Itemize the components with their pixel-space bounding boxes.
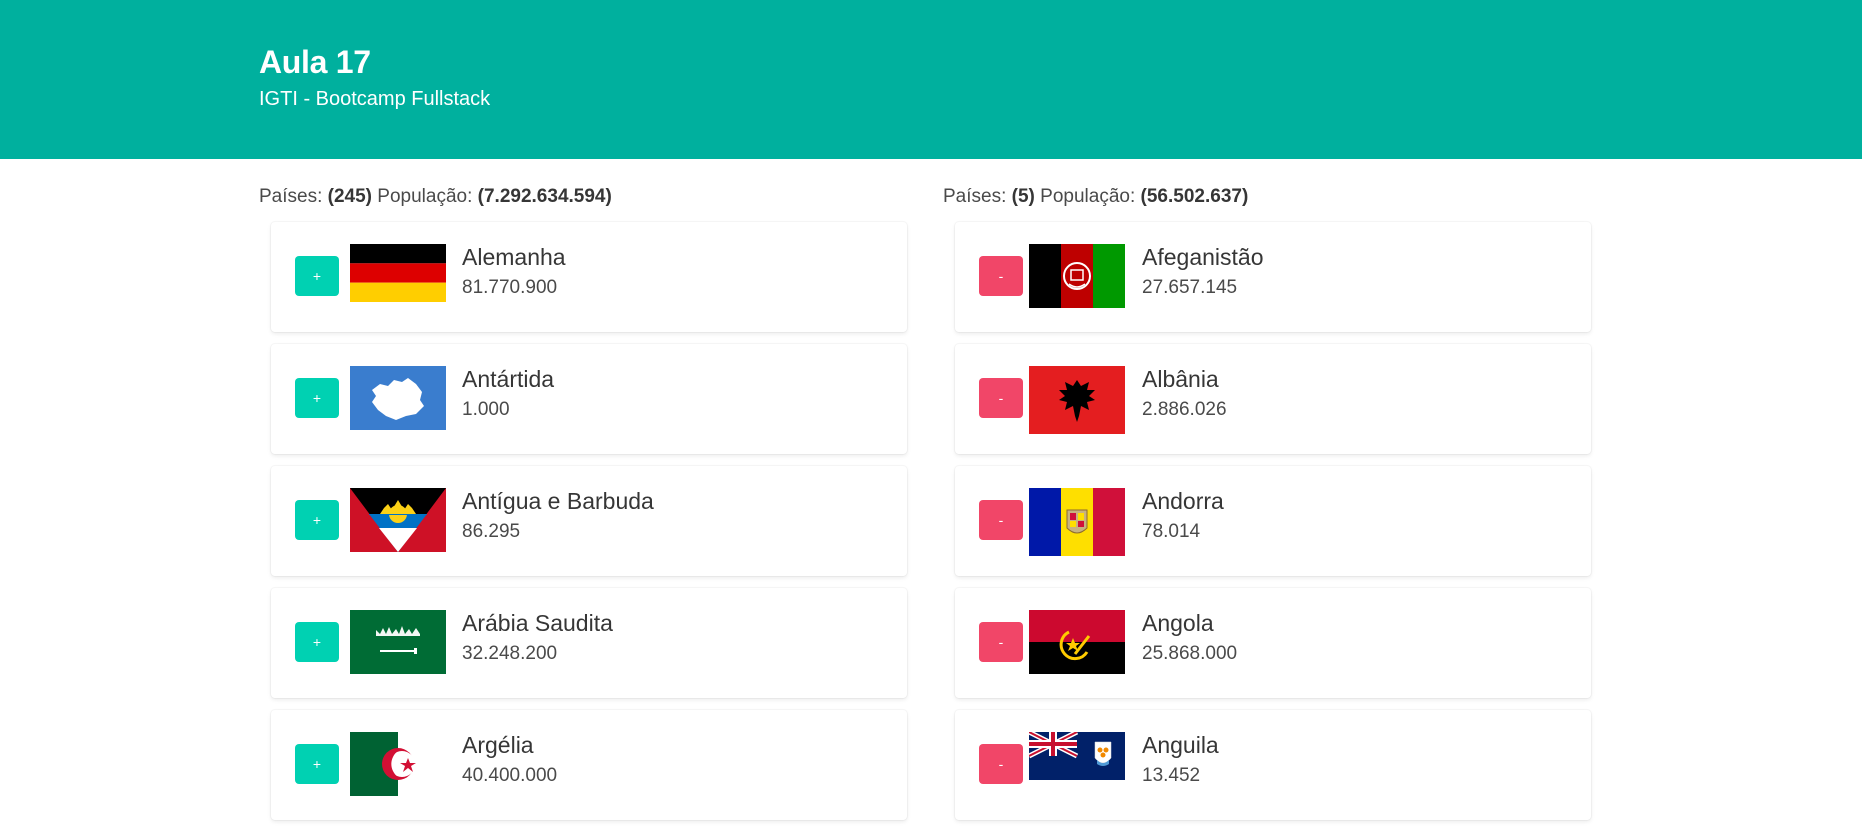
- country-name: Arábia Saudita: [462, 610, 613, 636]
- country-card: - Angola 25.868.000: [955, 588, 1591, 698]
- remove-country-button[interactable]: -: [979, 500, 1023, 540]
- remove-country-button[interactable]: -: [979, 622, 1023, 662]
- country-card: - Andorra 78.014: [955, 466, 1591, 576]
- page-subtitle: IGTI - Bootcamp Fullstack: [259, 88, 491, 110]
- remove-country-button[interactable]: -: [979, 378, 1023, 418]
- remove-country-button[interactable]: -: [979, 744, 1023, 784]
- andorra-flag: [1029, 488, 1125, 556]
- country-population: 27.657.145: [1142, 277, 1238, 298]
- population-label: População:: [377, 186, 473, 207]
- country-card: - Afeganistão 27.657.145: [955, 222, 1591, 332]
- antarctica-flag: [350, 366, 446, 430]
- country-name: Afeganistão: [1142, 244, 1264, 270]
- country-card: + Arábia Saudita 32.248.200: [271, 588, 907, 698]
- country-name: Argélia: [462, 732, 534, 758]
- country-name: Antártida: [462, 366, 555, 392]
- albania-flag: [1029, 366, 1125, 434]
- country-population: 2.886.026: [1142, 399, 1227, 420]
- countries-count: (5): [1011, 186, 1035, 207]
- germany-flag: [350, 244, 446, 308]
- country-population: 86.295: [462, 521, 521, 542]
- angola-flag: [1029, 610, 1125, 674]
- country-population: 32.248.200: [462, 643, 558, 664]
- anguilla-flag: [1029, 732, 1125, 796]
- saudi-arabia-flag: [350, 610, 446, 674]
- add-country-button[interactable]: +: [295, 378, 339, 418]
- page-title: Aula 17: [259, 44, 371, 80]
- countries-label: Países:: [943, 186, 1007, 207]
- favorite-countries-column: Países: (5) População: (56.502.637) - Af…: [943, 184, 1603, 832]
- population-total: (56.502.637): [1140, 186, 1249, 207]
- country-population: 25.868.000: [1142, 643, 1238, 664]
- country-population: 40.400.000: [462, 765, 558, 786]
- country-population: 1.000: [462, 399, 510, 420]
- country-card: + Alemanha 81.770.900: [271, 222, 907, 332]
- country-card: - Albânia 2.886.026: [955, 344, 1591, 454]
- country-name: Albânia: [1142, 366, 1219, 392]
- available-countries-list: + Alemanha 81.770.900 + Antártida 1.000: [271, 222, 919, 820]
- country-name: Angola: [1142, 610, 1214, 636]
- country-population: 81.770.900: [462, 277, 558, 298]
- available-countries-column: Países: (245) População: (7.292.634.594)…: [259, 184, 919, 832]
- add-country-button[interactable]: +: [295, 500, 339, 540]
- country-population: 78.014: [1142, 521, 1201, 542]
- favorite-countries-list: - Afeganistão 27.657.145 - Albânia 2.886…: [955, 222, 1603, 820]
- add-country-button[interactable]: +: [295, 622, 339, 662]
- country-name: Andorra: [1142, 488, 1224, 514]
- hero-header: Aula 17 IGTI - Bootcamp Fullstack: [0, 0, 1862, 159]
- country-population: 13.452: [1142, 765, 1201, 786]
- antigua-flag: [350, 488, 446, 552]
- available-countries-summary: Países: (245) População: (7.292.634.594): [259, 184, 919, 210]
- country-card: + Antígua e Barbuda 86.295: [271, 466, 907, 576]
- add-country-button[interactable]: +: [295, 744, 339, 784]
- add-country-button[interactable]: +: [295, 256, 339, 296]
- algeria-flag: [350, 732, 446, 796]
- countries-count: (245): [327, 186, 373, 207]
- countries-label: Países:: [259, 186, 323, 207]
- country-name: Anguila: [1142, 732, 1219, 758]
- remove-country-button[interactable]: -: [979, 256, 1023, 296]
- country-card: - Anguila 13.452: [955, 710, 1591, 820]
- population-total: (7.292.634.594): [477, 186, 612, 207]
- population-label: População:: [1040, 186, 1136, 207]
- favorite-countries-summary: Países: (5) População: (56.502.637): [943, 184, 1603, 210]
- country-card: + Argélia 40.400.000: [271, 710, 907, 820]
- country-card: + Antártida 1.000: [271, 344, 907, 454]
- country-name: Alemanha: [462, 244, 566, 270]
- country-name: Antígua e Barbuda: [462, 488, 654, 514]
- afghanistan-flag: [1029, 244, 1125, 308]
